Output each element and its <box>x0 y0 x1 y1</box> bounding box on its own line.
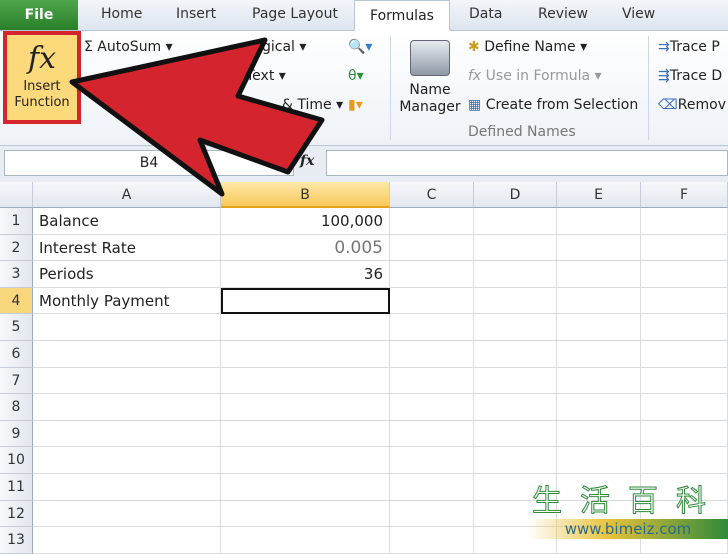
red-arrow-shape <box>69 37 325 197</box>
annotation-arrow <box>69 37 325 197</box>
watermark-chars: 生活百科 <box>532 484 724 519</box>
watermark-url: www.bimeiz.com <box>528 519 728 539</box>
watermark: 生活百科 www.bimeiz.com <box>528 484 728 539</box>
